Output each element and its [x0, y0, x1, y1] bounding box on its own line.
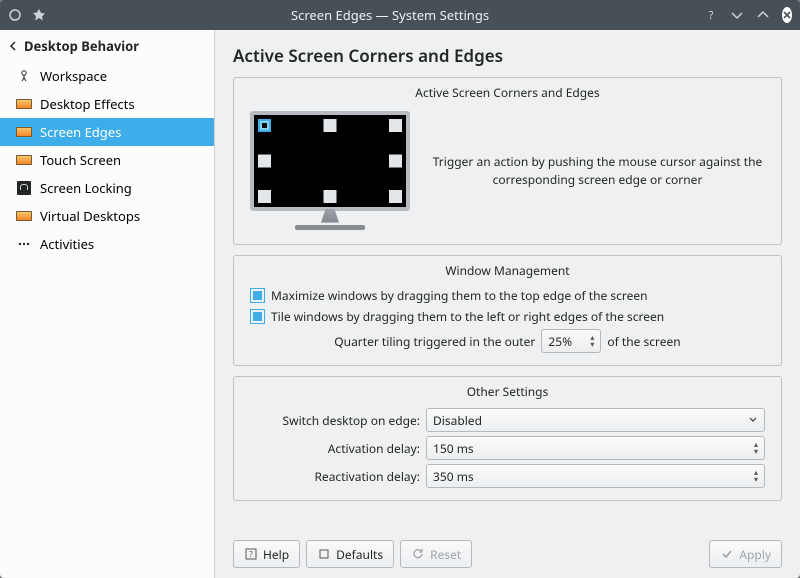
defaults-icon: [317, 547, 331, 561]
edge-hotspot-right[interactable]: [389, 155, 402, 168]
chevron-down-icon: [748, 415, 758, 425]
spin-activation-delay[interactable]: 150 ms ▴▾: [426, 436, 765, 460]
minimize-icon[interactable]: [730, 8, 744, 22]
group-active-edges: Active Screen Corners and Edges: [233, 77, 782, 245]
footer: ? Help Defaults Reset Apply: [233, 532, 782, 568]
group-title: Window Management: [244, 262, 771, 279]
edge-hotspot-bottom-right[interactable]: [389, 190, 402, 203]
monitor-screen: [250, 111, 410, 211]
sidebar-item-activities[interactable]: Activities: [0, 230, 214, 258]
combo-value: Disabled: [433, 412, 482, 429]
titlebar[interactable]: Screen Edges — System Settings ?: [0, 0, 800, 30]
screen-edges-icon: [16, 124, 32, 140]
svg-text:?: ?: [249, 549, 253, 560]
sidebar-item-label: Screen Edges: [40, 123, 121, 141]
button-label: Defaults: [336, 546, 383, 563]
spin-value: 150 ms: [433, 440, 474, 457]
window-title: Screen Edges — System Settings: [68, 6, 712, 24]
button-label: Reset: [430, 546, 461, 563]
edge-description: Trigger an action by pushing the mouse c…: [430, 153, 765, 189]
sidebar-item-label: Desktop Effects: [40, 95, 135, 113]
group-title: Active Screen Corners and Edges: [244, 84, 771, 101]
edge-hotspot-top-right[interactable]: [389, 119, 402, 132]
checkbox-label: Tile windows by dragging them to the lef…: [271, 308, 664, 325]
spin-buttons[interactable]: ▴▾: [754, 469, 758, 483]
row-tile: Tile windows by dragging them to the lef…: [244, 306, 771, 327]
close-icon[interactable]: [782, 7, 792, 23]
help-button[interactable]: ? Help: [233, 540, 300, 568]
workspace-icon: [16, 68, 32, 84]
apply-button[interactable]: Apply: [709, 540, 782, 568]
touch-screen-icon: [16, 152, 32, 168]
spin-value: 25%: [548, 333, 572, 350]
breadcrumb-label: Desktop Behavior: [24, 37, 139, 55]
desktop-effects-icon: [16, 96, 32, 112]
quarter-prefix: Quarter tiling triggered in the outer: [334, 333, 535, 350]
sidebar: Desktop Behavior Workspace Desktop Effec…: [0, 30, 215, 578]
edge-hotspot-top-left[interactable]: [258, 119, 271, 132]
sidebar-item-screen-locking[interactable]: Screen Locking: [0, 174, 214, 202]
virtual-desktops-icon: [16, 208, 32, 224]
sidebar-item-desktop-effects[interactable]: Desktop Effects: [0, 90, 214, 118]
breadcrumb[interactable]: Desktop Behavior: [0, 30, 214, 62]
edge-hotspot-bottom-left[interactable]: [258, 190, 271, 203]
spin-reactivation-delay[interactable]: 350 ms ▴▾: [426, 464, 765, 488]
sidebar-list: Workspace Desktop Effects Screen Edges T…: [0, 62, 214, 258]
screen-locking-icon: [16, 180, 32, 196]
field-label: Reactivation delay:: [250, 468, 420, 485]
field-label: Activation delay:: [250, 440, 420, 457]
sidebar-item-touch-screen[interactable]: Touch Screen: [0, 146, 214, 174]
edge-hotspot-left[interactable]: [258, 155, 271, 168]
apply-icon: [720, 547, 734, 561]
sidebar-item-label: Touch Screen: [40, 151, 121, 169]
monitor-base: [295, 225, 365, 230]
maximize-icon[interactable]: [756, 8, 770, 22]
sidebar-item-screen-edges[interactable]: Screen Edges: [0, 118, 214, 146]
row-quarter-tiling: Quarter tiling triggered in the outer 25…: [244, 327, 771, 355]
group-title: Other Settings: [244, 383, 771, 400]
defaults-button[interactable]: Defaults: [306, 540, 394, 568]
svg-text:?: ?: [709, 8, 714, 22]
sidebar-item-label: Workspace: [40, 67, 107, 85]
spin-buttons[interactable]: ▴▾: [754, 441, 758, 455]
combo-switch-desktop[interactable]: Disabled: [426, 408, 765, 432]
row-maximize: Maximize windows by dragging them to the…: [244, 285, 771, 306]
row-switch-desktop: Switch desktop on edge: Disabled: [244, 406, 771, 434]
button-label: Help: [263, 546, 289, 563]
row-activation-delay: Activation delay: 150 ms ▴▾: [244, 434, 771, 462]
checkbox-tile[interactable]: [250, 309, 265, 324]
body: Desktop Behavior Workspace Desktop Effec…: [0, 30, 800, 578]
breadcrumb-back-icon[interactable]: [8, 41, 18, 51]
reset-button[interactable]: Reset: [400, 540, 472, 568]
activities-icon: [16, 236, 32, 252]
window: Screen Edges — System Settings ? Desktop…: [0, 0, 800, 578]
edge-hotspot-top[interactable]: [324, 119, 337, 132]
quarter-suffix: of the screen: [607, 333, 680, 350]
checkbox-label: Maximize windows by dragging them to the…: [271, 287, 648, 304]
monitor-preview: [250, 111, 410, 230]
help-button-icon: ?: [244, 547, 258, 561]
monitor-stand: [315, 209, 345, 225]
help-icon[interactable]: ?: [704, 8, 718, 22]
button-label: Apply: [739, 546, 771, 563]
checkbox-maximize[interactable]: [250, 288, 265, 303]
sidebar-item-label: Virtual Desktops: [40, 207, 140, 225]
sidebar-item-label: Screen Locking: [40, 179, 132, 197]
page-title: Active Screen Corners and Edges: [233, 44, 782, 67]
reset-icon: [411, 547, 425, 561]
group-window-management: Window Management Maximize windows by dr…: [233, 255, 782, 366]
row-reactivation-delay: Reactivation delay: 350 ms ▴▾: [244, 462, 771, 490]
spin-buttons[interactable]: ▴▾: [590, 334, 594, 348]
sidebar-item-workspace[interactable]: Workspace: [0, 62, 214, 90]
group-other-settings: Other Settings Switch desktop on edge: D…: [233, 376, 782, 501]
edge-hotspot-bottom[interactable]: [324, 190, 337, 203]
pin-icon[interactable]: [32, 8, 46, 22]
sidebar-item-label: Activities: [40, 235, 94, 253]
field-label: Switch desktop on edge:: [250, 412, 420, 429]
main-pane: Active Screen Corners and Edges Active S…: [215, 30, 800, 578]
spin-value: 350 ms: [433, 468, 474, 485]
sidebar-item-virtual-desktops[interactable]: Virtual Desktops: [0, 202, 214, 230]
spin-quarter-percent[interactable]: 25% ▴▾: [541, 329, 601, 353]
app-menu-icon[interactable]: [8, 8, 22, 22]
